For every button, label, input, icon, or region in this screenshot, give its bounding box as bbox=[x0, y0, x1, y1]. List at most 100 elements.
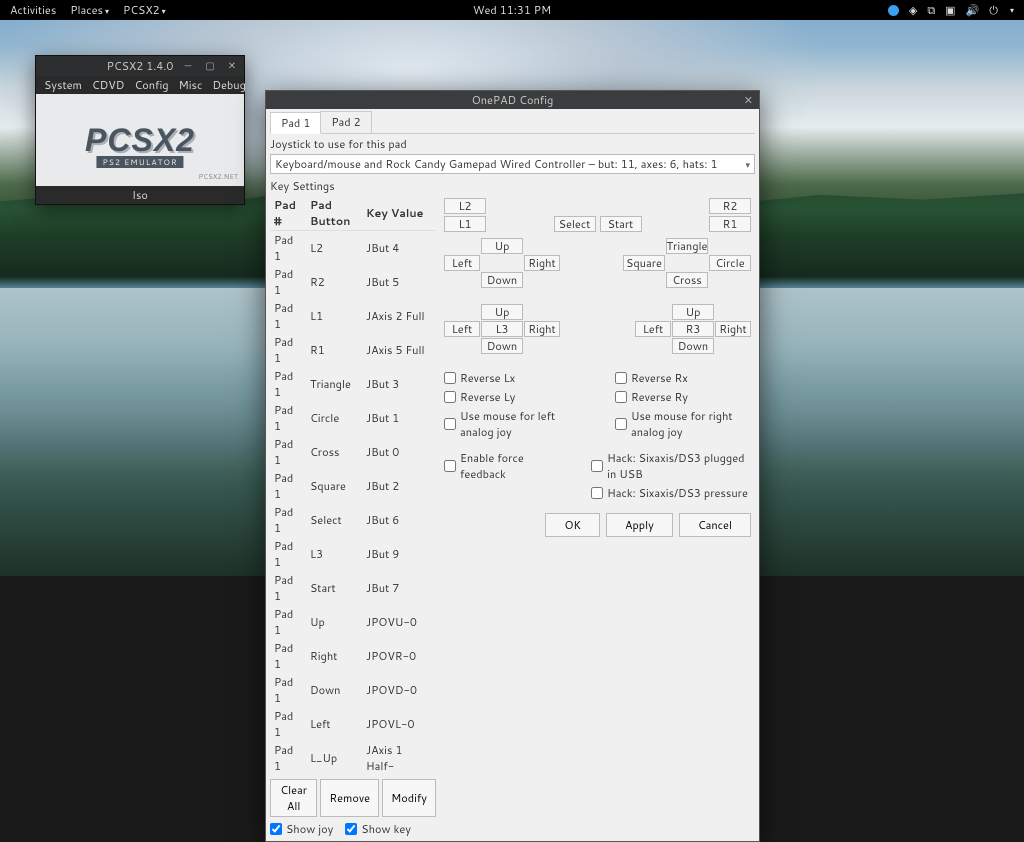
chk-reverse-ly[interactable]: Reverse Ly bbox=[444, 389, 575, 405]
joystick-label: Joystick to use for this pad bbox=[270, 136, 755, 152]
remove-button[interactable]: Remove bbox=[320, 779, 379, 817]
btn-select[interactable]: Select bbox=[554, 216, 596, 232]
table-row[interactable]: Pad 1SelectJBut 6 bbox=[270, 503, 436, 537]
btn-lstick-right[interactable]: Right bbox=[524, 321, 560, 337]
btn-l3[interactable]: L3 bbox=[481, 321, 523, 337]
system-menu-caret[interactable]: ▾ bbox=[1010, 4, 1014, 16]
chk-reverse-lx[interactable]: Reverse Lx bbox=[444, 370, 575, 386]
btn-rstick-down[interactable]: Down bbox=[672, 338, 714, 354]
tray-icon-telegram[interactable] bbox=[888, 5, 899, 16]
dpad-cluster: Up Left Right Down bbox=[444, 238, 560, 288]
btn-left[interactable]: Left bbox=[444, 255, 480, 271]
onepad-title: OnePAD Config bbox=[472, 92, 554, 108]
btn-circle[interactable]: Circle bbox=[709, 255, 751, 271]
tray-icon-discord[interactable]: ◈ bbox=[909, 2, 917, 18]
btn-lstick-left[interactable]: Left bbox=[444, 321, 480, 337]
pad-layout: L2 L1 Select Start R2 R1 Up Lef bbox=[440, 196, 755, 837]
btn-lstick-up[interactable]: Up bbox=[481, 304, 523, 320]
pcsx2-logo: PCSX2 bbox=[85, 122, 195, 159]
table-row[interactable]: Pad 1StartJBut 7 bbox=[270, 571, 436, 605]
onepad-titlebar[interactable]: OnePAD Config ✕ bbox=[266, 91, 759, 109]
tab-pad1[interactable]: Pad 1 bbox=[270, 112, 321, 134]
btn-r1[interactable]: R1 bbox=[709, 216, 751, 232]
chk-mouse-right[interactable]: Use mouse for right analog joy bbox=[615, 408, 751, 440]
cancel-button[interactable]: Cancel bbox=[679, 513, 751, 537]
btn-lstick-down[interactable]: Down bbox=[481, 338, 523, 354]
modify-button[interactable]: Modify bbox=[382, 779, 436, 817]
btn-up[interactable]: Up bbox=[481, 238, 523, 254]
key-table[interactable]: Pad # Pad Button Key Value Pad 1L2JBut 4… bbox=[270, 196, 436, 775]
close-icon[interactable]: ✕ bbox=[224, 59, 240, 73]
clear-all-button[interactable]: Clear All bbox=[270, 779, 317, 817]
table-row[interactable]: Pad 1L1JAxis 2 Full bbox=[270, 299, 436, 333]
menu-debug[interactable]: Debug bbox=[212, 77, 246, 93]
menu-cdvd[interactable]: CDVD bbox=[92, 77, 125, 93]
table-row[interactable]: Pad 1UpJPOVU-0 bbox=[270, 605, 436, 639]
menu-config[interactable]: Config bbox=[134, 77, 168, 93]
btn-triangle[interactable]: Triangle bbox=[666, 238, 708, 254]
chk-mouse-left[interactable]: Use mouse for left analog joy bbox=[444, 408, 575, 440]
pcsx2-tagline: PS2 EMULATOR bbox=[96, 156, 183, 168]
btn-l2[interactable]: L2 bbox=[444, 198, 486, 214]
places-menu[interactable]: Places▾ bbox=[70, 2, 109, 18]
chk-reverse-ry[interactable]: Reverse Ry bbox=[615, 389, 751, 405]
top-panel: Activities Places▾ PCSX2▾ Wed 11:31 PM ◈… bbox=[0, 0, 1024, 20]
table-row[interactable]: Pad 1DownJPOVD-0 bbox=[270, 673, 436, 707]
table-row[interactable]: Pad 1L_UpJAxis 1 Half- bbox=[270, 741, 436, 775]
chk-hack-usb[interactable]: Hack: Sixaxis/DS3 plugged in USB bbox=[591, 450, 751, 482]
btn-r3[interactable]: R3 bbox=[672, 321, 714, 337]
activities-button[interactable]: Activities bbox=[10, 2, 56, 18]
pcsx2-url: PCSX2.NET bbox=[199, 172, 238, 182]
table-row[interactable]: Pad 1TriangleJBut 3 bbox=[270, 367, 436, 401]
btn-r2[interactable]: R2 bbox=[709, 198, 751, 214]
pad-tabs: Pad 1 Pad 2 bbox=[270, 111, 755, 134]
show-key-checkbox[interactable]: Show key bbox=[345, 821, 411, 837]
pcsx2-window: PCSX2 1.4.0 — ▢ ✕ System CDVD Config Mis… bbox=[35, 55, 245, 205]
menu-system[interactable]: System bbox=[44, 77, 82, 93]
menu-misc[interactable]: Misc bbox=[179, 77, 203, 93]
show-joy-checkbox[interactable]: Show joy bbox=[270, 821, 333, 837]
btn-rstick-up[interactable]: Up bbox=[672, 304, 714, 320]
chk-force-feedback[interactable]: Enable force feedback bbox=[444, 450, 551, 482]
face-cluster: Triangle Square Circle Cross bbox=[623, 238, 751, 288]
tray-icon-dropbox[interactable]: ⧉ bbox=[927, 2, 935, 18]
chk-reverse-rx[interactable]: Reverse Rx bbox=[615, 370, 751, 386]
btn-start[interactable]: Start bbox=[600, 216, 642, 232]
btn-down[interactable]: Down bbox=[481, 272, 523, 288]
btn-square[interactable]: Square bbox=[623, 255, 665, 271]
minimize-icon[interactable]: — bbox=[180, 59, 196, 73]
tray-icon-volume[interactable]: 🔊 bbox=[966, 2, 980, 18]
pcsx2-title: PCSX2 1.4.0 bbox=[107, 58, 174, 74]
table-row[interactable]: Pad 1SquareJBut 2 bbox=[270, 469, 436, 503]
table-row[interactable]: Pad 1CrossJBut 0 bbox=[270, 435, 436, 469]
joystick-select[interactable]: Keyboard/mouse and Rock Candy Gamepad Wi… bbox=[270, 154, 755, 174]
tray-icon-screenshot[interactable]: ▣ bbox=[945, 2, 955, 18]
pcsx2-menubar: System CDVD Config Misc Debug bbox=[36, 76, 244, 94]
pcsx2-titlebar[interactable]: PCSX2 1.4.0 — ▢ ✕ bbox=[36, 56, 244, 76]
tab-pad2[interactable]: Pad 2 bbox=[320, 111, 371, 133]
table-row[interactable]: Pad 1R1JAxis 5 Full bbox=[270, 333, 436, 367]
btn-rstick-left[interactable]: Left bbox=[635, 321, 671, 337]
onepad-window: OnePAD Config ✕ Pad 1 Pad 2 Joystick to … bbox=[265, 90, 760, 842]
clock[interactable]: Wed 11:31 PM bbox=[473, 2, 551, 18]
pcsx2-logo-area: PCSX2 PS2 EMULATOR PCSX2.NET bbox=[36, 94, 244, 186]
tray-icon-power[interactable]: ⏻ bbox=[989, 2, 998, 18]
table-row[interactable]: Pad 1R2JBut 5 bbox=[270, 265, 436, 299]
table-row[interactable]: Pad 1CircleJBut 1 bbox=[270, 401, 436, 435]
table-row[interactable]: Pad 1LeftJPOVL-0 bbox=[270, 707, 436, 741]
keytable-panel: Pad # Pad Button Key Value Pad 1L2JBut 4… bbox=[270, 196, 436, 837]
table-row[interactable]: Pad 1L3JBut 9 bbox=[270, 537, 436, 571]
ok-button[interactable]: OK bbox=[545, 513, 600, 537]
btn-right[interactable]: Right bbox=[524, 255, 560, 271]
maximize-icon[interactable]: ▢ bbox=[202, 59, 218, 73]
table-row[interactable]: Pad 1RightJPOVR-0 bbox=[270, 639, 436, 673]
pcsx2-statusbar: Iso bbox=[36, 186, 244, 204]
btn-cross[interactable]: Cross bbox=[666, 272, 708, 288]
chk-hack-pressure[interactable]: Hack: Sixaxis/DS3 pressure bbox=[591, 485, 751, 501]
btn-rstick-right[interactable]: Right bbox=[715, 321, 751, 337]
appmenu-pcsx2[interactable]: PCSX2▾ bbox=[123, 2, 166, 18]
btn-l1[interactable]: L1 bbox=[444, 216, 486, 232]
apply-button[interactable]: Apply bbox=[606, 513, 673, 537]
table-row[interactable]: Pad 1L2JBut 4 bbox=[270, 231, 436, 266]
close-icon[interactable]: ✕ bbox=[744, 92, 753, 108]
